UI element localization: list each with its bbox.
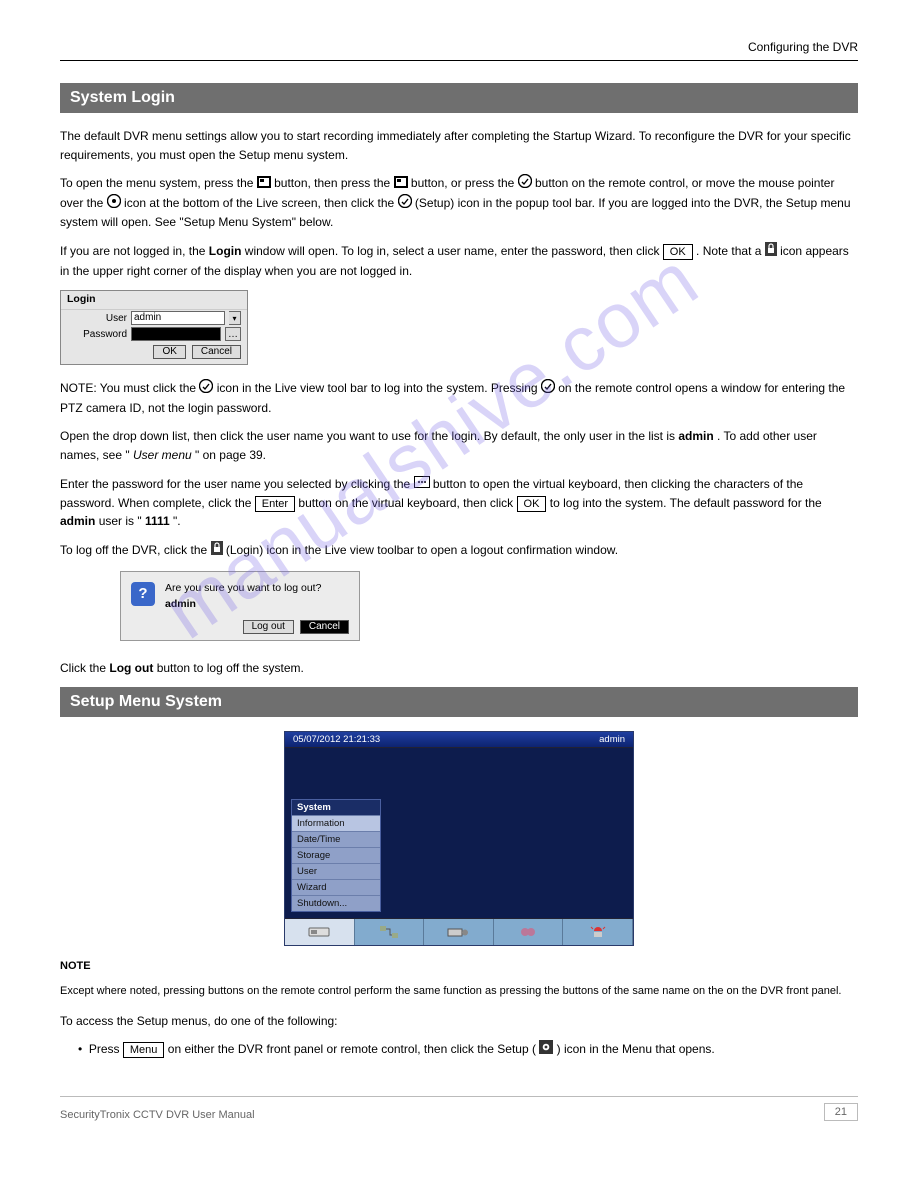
gear-icon	[539, 1040, 553, 1060]
logout-message: Are you sure you want to log out?	[165, 582, 321, 594]
footer-left: SecurityTronix CCTV DVR User Manual	[60, 1109, 255, 1121]
tab-camera-icon[interactable]	[424, 919, 494, 945]
text: To open the menu system, press the	[60, 176, 257, 190]
submenu-title: System	[292, 800, 380, 815]
text: Click the	[60, 661, 109, 675]
text: . Note that a	[696, 244, 765, 258]
section-login-title: System Login	[60, 83, 858, 113]
text: icon in the Live view tool bar to log in…	[217, 381, 541, 395]
login-para8: Click the Log out button to log off the …	[60, 659, 858, 678]
login-para5: Open the drop down list, then click the …	[60, 427, 858, 464]
submenu-item-shutdown[interactable]: Shutdown...	[292, 895, 380, 911]
system-submenu: System Information Date/Time Storage Use…	[291, 799, 381, 912]
text: Open the drop down list, then click the …	[60, 429, 678, 443]
toolbar-target-icon	[107, 194, 121, 214]
login-cancel-button[interactable]: Cancel	[192, 345, 241, 359]
login-para3: If you are not logged in, the Login wind…	[60, 242, 858, 280]
text: (Login) icon in the Live view toolbar to…	[226, 543, 618, 557]
section-setup-title: Setup Menu System	[60, 687, 858, 717]
setup-user: admin	[599, 734, 625, 745]
text: If you are not logged in, the	[60, 244, 209, 258]
text: " on page 39.	[195, 448, 266, 462]
login-ok-button[interactable]: OK	[153, 345, 185, 359]
tab-system-icon[interactable]	[285, 919, 355, 945]
page-footer: SecurityTronix CCTV DVR User Manual 21	[60, 1096, 858, 1121]
ellipsis-button-icon	[414, 475, 430, 494]
login-dialog: Login User admin ▾ Password … OK Cancel	[60, 290, 248, 365]
user-label: User	[67, 313, 127, 324]
login-para4: NOTE: You must click the icon in the Liv…	[60, 379, 858, 417]
login-para2: To open the menu system, press the butto…	[60, 174, 858, 232]
text: Enter the password for the user name you…	[60, 477, 414, 491]
logout-word: Log out	[109, 661, 153, 675]
text: icon at the bottom of the Live screen, t…	[124, 196, 398, 210]
text: button on the virtual keyboard, then cli…	[298, 496, 516, 510]
setup-toolbar-icon	[199, 379, 213, 399]
submenu-item-datetime[interactable]: Date/Time	[292, 831, 380, 847]
tab-alarm-icon[interactable]	[563, 919, 633, 945]
submenu-item-information[interactable]: Information	[292, 815, 380, 831]
login-para7: To log off the DVR, click the (Login) ic…	[60, 541, 858, 561]
text: user is "	[99, 514, 142, 528]
admin-word: admin	[678, 429, 713, 443]
text: button, then press the	[274, 176, 393, 190]
setup-popup-icon	[398, 194, 412, 214]
submenu-item-wizard[interactable]: Wizard	[292, 879, 380, 895]
setup-remote-icon	[518, 174, 532, 194]
tab-network-icon[interactable]	[355, 919, 425, 945]
logout-user: admin	[165, 598, 321, 610]
user-menu-ref: User menu	[133, 448, 192, 462]
page-number: 21	[824, 1103, 858, 1121]
password-input[interactable]	[131, 327, 221, 341]
text: to log into the system. The default pass…	[550, 496, 822, 510]
user-dropdown-icon[interactable]: ▾	[229, 311, 241, 325]
login-para1: The default DVR menu settings allow you …	[60, 127, 858, 164]
admin-word-2: admin	[60, 514, 95, 528]
lock-icon	[765, 242, 777, 262]
password-label: Password	[67, 329, 127, 340]
note-label: NOTE	[60, 960, 858, 972]
header-right: Configuring the DVR	[60, 40, 858, 54]
access-bullet-1: • Press Menu on either the DVR front pan…	[78, 1040, 858, 1060]
ok-key-2: OK	[517, 496, 547, 512]
login-dialog-title: Login	[61, 291, 247, 310]
setup-datetime: 05/07/2012 21:21:33	[293, 734, 380, 745]
login-para6: Enter the password for the user name you…	[60, 475, 858, 531]
setup-remote-icon-2	[541, 379, 555, 399]
logout-button[interactable]: Log out	[243, 620, 294, 634]
login-word: Login	[209, 244, 242, 258]
keyboard-button[interactable]: …	[225, 327, 241, 341]
enter-key: Enter	[255, 496, 295, 512]
default-pw: 1111	[145, 514, 170, 528]
access-intro: To access the Setup menus, do one of the…	[60, 1012, 858, 1031]
note-text: Except where noted, pressing buttons on …	[60, 983, 858, 1000]
submenu-item-storage[interactable]: Storage	[292, 847, 380, 863]
text: window will open. To log in, select a us…	[245, 244, 663, 258]
text: on either the DVR front panel or remote …	[168, 1042, 540, 1056]
login-lock-icon	[211, 541, 223, 561]
setup-screenshot: 05/07/2012 21:21:33 admin System Informa…	[284, 731, 634, 946]
menu-button-icon	[257, 175, 271, 194]
text: To log off the DVR, click the	[60, 543, 211, 557]
setup-icon-tabs	[285, 918, 633, 945]
text: ".	[173, 514, 181, 528]
text: button, or press the	[411, 176, 518, 190]
setup-titlebar: 05/07/2012 21:21:33 admin	[285, 732, 633, 748]
question-icon: ?	[131, 582, 155, 606]
logout-dialog: ? Are you sure you want to log out? admi…	[120, 571, 360, 641]
text: button to log off the system.	[157, 661, 304, 675]
text: NOTE: You must click the	[60, 381, 199, 395]
submenu-item-user[interactable]: User	[292, 863, 380, 879]
text: ) icon in the Menu that opens.	[557, 1042, 715, 1056]
ok-key: OK	[663, 244, 693, 260]
logout-cancel-button[interactable]: Cancel	[300, 620, 349, 634]
menu-key: Menu	[123, 1042, 165, 1058]
user-select[interactable]: admin	[131, 311, 225, 325]
text: Press	[89, 1042, 123, 1056]
enter-button-icon	[394, 175, 408, 194]
header-rule	[60, 60, 858, 61]
tab-record-icon[interactable]	[494, 919, 564, 945]
setup-main-area: System Information Date/Time Storage Use…	[285, 748, 633, 918]
